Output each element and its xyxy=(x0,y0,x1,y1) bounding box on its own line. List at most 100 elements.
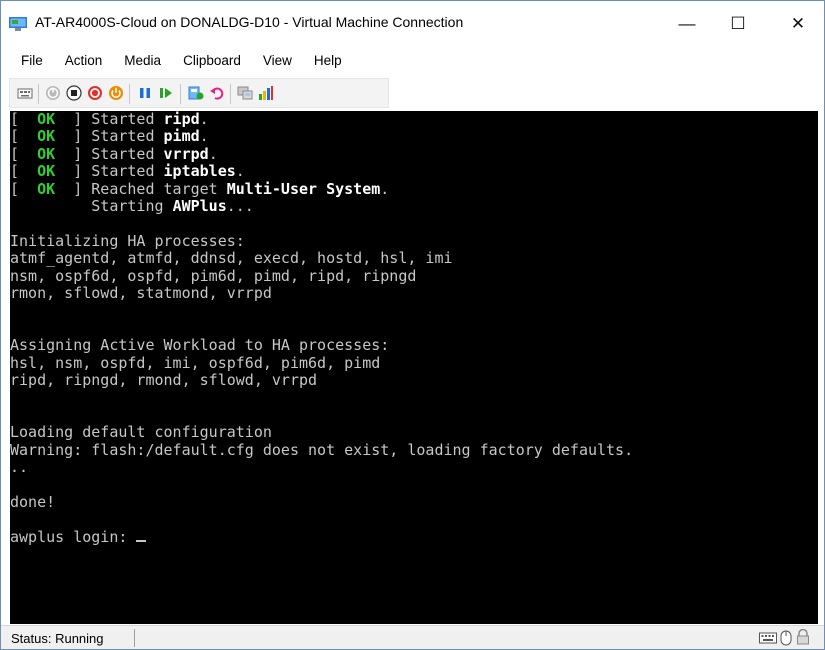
ok-status-text: OK xyxy=(37,127,56,146)
status-text: Status: Running xyxy=(11,631,104,646)
power-icon[interactable] xyxy=(108,85,124,101)
console-text-segment: nsm, ospf6d, ospfd, pim6d, pimd, ripd, r… xyxy=(10,266,417,285)
menu-help[interactable]: Help xyxy=(314,53,342,68)
console-text-segment: atmf_agentd, atmfd, ddnsd, execd, hostd,… xyxy=(10,249,453,268)
console-line: nsm, ospf6d, ospfd, pim6d, pimd, ripd, r… xyxy=(10,266,633,285)
turn-off-icon[interactable] xyxy=(66,85,82,101)
console-line: atmf_agentd, atmfd, ddnsd, execd, hostd,… xyxy=(10,250,633,267)
close-button[interactable]: ✕ xyxy=(775,1,821,47)
menu-view[interactable]: View xyxy=(263,53,292,68)
console-text-segment: rmon, sflowd, statmond, vrrpd xyxy=(10,284,272,303)
maximize-button[interactable]: ☐ xyxy=(715,1,761,47)
keyboard-icon xyxy=(759,632,777,644)
zoom-icon[interactable] xyxy=(258,85,274,101)
console-text-segment: Multi-User System xyxy=(226,179,381,198)
console-text-segment: . xyxy=(199,127,209,146)
console-text-segment: . xyxy=(208,144,218,163)
console-output: [ OK ] Started ripd.[ OK ] Started pimd.… xyxy=(10,111,633,546)
menu-file[interactable]: File xyxy=(21,53,43,68)
minimize-button[interactable]: — xyxy=(664,1,710,47)
vm-connection-window: AT-AR4000S-Cloud on DONALDG-D10 - Virtua… xyxy=(0,0,825,650)
ctrl-alt-del-icon[interactable] xyxy=(17,85,33,101)
status-separator xyxy=(134,629,135,647)
console-text-segment: hsl, nsm, ospfd, imi, ospf6d, pim6d, pim… xyxy=(10,353,381,372)
console-text-segment: ripd xyxy=(163,111,200,128)
console-text-segment: [ xyxy=(10,162,38,181)
console-text-segment: . xyxy=(380,179,390,198)
toolbar xyxy=(1,74,824,112)
console-text-segment: pimd xyxy=(163,127,200,146)
console-text-segment: [ xyxy=(10,111,38,128)
menu-clipboard[interactable]: Clipboard xyxy=(183,53,241,68)
start-icon[interactable] xyxy=(45,85,61,101)
ok-status-text: OK xyxy=(37,162,56,181)
console-text-segment: ] Started xyxy=(55,162,164,181)
title-bar[interactable]: AT-AR4000S-Cloud on DONALDG-D10 - Virtua… xyxy=(1,1,824,47)
console-line: Assigning Active Workload to HA processe… xyxy=(10,337,633,354)
shut-down-icon[interactable] xyxy=(87,85,103,101)
ok-status-text: OK xyxy=(37,179,56,198)
status-bar: Status: Running xyxy=(1,625,824,649)
console-text-segment: awplus login: xyxy=(10,527,137,546)
console-text-segment: ripd, ripngd, rmond, sflowd, vrrpd xyxy=(10,371,318,390)
console-line: rmon, sflowd, statmond, vrrpd xyxy=(10,284,633,303)
console-text-segment: ] Reached target xyxy=(55,179,227,198)
console-line: ripd, ripngd, rmond, sflowd, vrrpd xyxy=(10,371,633,390)
console-text-segment: ... xyxy=(226,197,254,216)
toolbar-separator xyxy=(230,84,231,104)
console-line: done! xyxy=(10,492,633,511)
console-text-segment: . xyxy=(235,162,245,181)
console-text-segment: iptables xyxy=(163,162,236,181)
console-text-segment: vrrpd xyxy=(163,144,209,163)
console-text-segment: done! xyxy=(10,492,56,511)
menu-media[interactable]: Media xyxy=(124,53,161,68)
lock-icon xyxy=(797,629,809,645)
console-text-segment: Initializing HA processes: xyxy=(10,231,245,250)
console-line: [ OK ] Started pimd. xyxy=(10,128,633,145)
vm-connection-app-icon xyxy=(9,17,27,31)
console-text-segment: [ xyxy=(10,127,38,146)
console-line: [ OK ] Started ripd. xyxy=(10,111,633,128)
console-line: [ OK ] Started iptables. xyxy=(10,163,633,180)
toolbar-separator xyxy=(180,84,181,104)
enhanced-session-icon[interactable] xyxy=(237,85,253,101)
ok-status-text: OK xyxy=(37,111,56,128)
toolbar-separator xyxy=(129,84,130,104)
console-line: awplus login: xyxy=(10,527,633,546)
console-text-segment: .. xyxy=(10,458,29,477)
console-text-segment: ] Started xyxy=(55,111,164,128)
console-text-segment: Assigning Active Workload to HA processe… xyxy=(10,336,390,355)
vm-console-screen[interactable]: [ OK ] Started ripd.[ OK ] Started pimd.… xyxy=(10,111,818,624)
window-title: AT-AR4000S-Cloud on DONALDG-D10 - Virtua… xyxy=(35,14,464,30)
pause-icon[interactable] xyxy=(137,85,153,101)
console-line: Starting AWPlus... xyxy=(10,197,633,216)
console-line: [ OK ] Reached target Multi-User System. xyxy=(10,179,633,198)
console-line: [ OK ] Started vrrpd. xyxy=(10,144,633,163)
console-text-segment: ] Started xyxy=(55,127,164,146)
console-text-segment: ] Started xyxy=(55,144,164,163)
console-line: Initializing HA processes: xyxy=(10,231,633,250)
checkpoint-icon[interactable] xyxy=(188,85,204,101)
resume-icon[interactable] xyxy=(158,85,174,101)
console-text-segment: Loading default configuration xyxy=(10,423,272,442)
mouse-icon xyxy=(780,630,792,646)
console-line: hsl, nsm, ospfd, imi, ospf6d, pim6d, pim… xyxy=(10,353,633,372)
revert-icon[interactable] xyxy=(209,85,225,101)
menu-action[interactable]: Action xyxy=(65,53,103,68)
console-text-segment: Starting xyxy=(10,197,173,216)
toolbar-separator xyxy=(38,84,39,104)
menu-bar: File Action Media Clipboard View Help xyxy=(1,47,824,73)
ok-status-text: OK xyxy=(37,144,56,163)
console-line: .. xyxy=(10,458,633,477)
console-line: Loading default configuration xyxy=(10,424,633,441)
console-text-segment: [ xyxy=(10,179,38,198)
console-text-segment: [ xyxy=(10,144,38,163)
text-cursor xyxy=(136,539,147,542)
